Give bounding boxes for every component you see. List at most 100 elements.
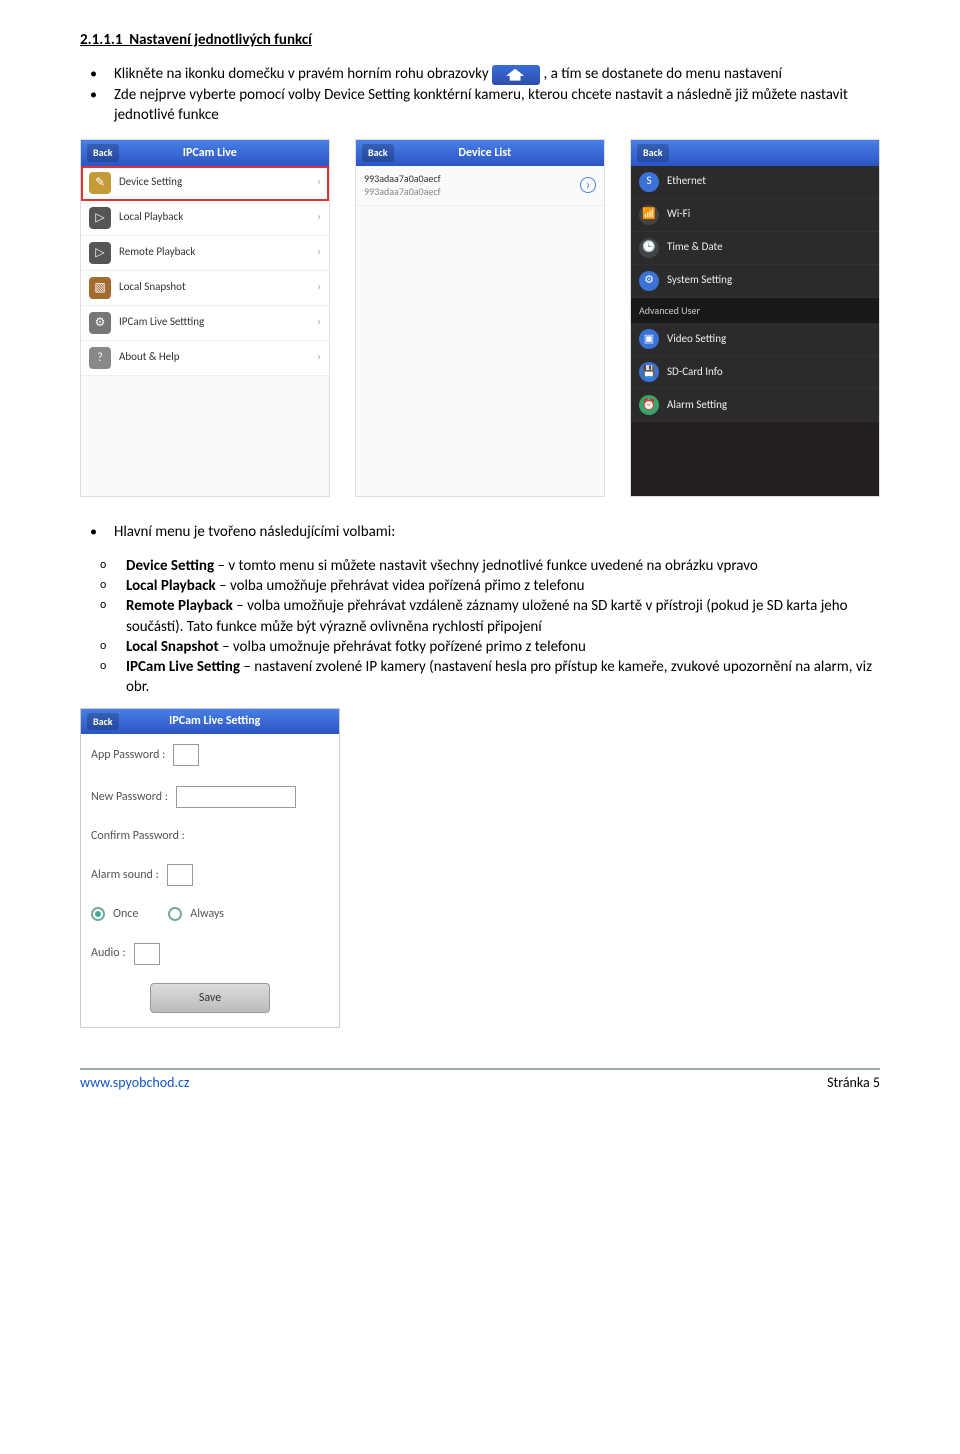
- heading-number: 2.1.1.1: [80, 31, 122, 49]
- sub-bullet-remote-playback: Remote Playback – volba umožňuje přehráv…: [122, 596, 880, 637]
- sub-bold: Local Playback: [126, 577, 216, 595]
- gear-icon: ⚙: [89, 312, 111, 334]
- label-alarm-sound: Alarm sound :: [91, 867, 159, 883]
- wrench-icon: ✎: [89, 172, 111, 194]
- menu-label: Time & Date: [667, 240, 871, 255]
- clock-icon: 🕒: [639, 238, 659, 258]
- chevron-right-icon: ›: [317, 280, 321, 295]
- chevron-right-icon: ›: [317, 210, 321, 225]
- menu-item-local-snapshot[interactable]: ▧ Local Snapshot ›: [81, 271, 329, 306]
- video-icon: ▣: [639, 329, 659, 349]
- device-list-item[interactable]: 993adaa7a0a0aecf 993adaa7a0a0aecf ›: [356, 166, 604, 206]
- save-button[interactable]: Save: [150, 983, 270, 1013]
- heading-title: Nastavení jednotlivých funkcí: [129, 31, 312, 49]
- screen-title: Device List: [372, 145, 598, 161]
- sdcard-icon: 💾: [639, 362, 659, 382]
- chevron-right-icon: ›: [317, 175, 321, 190]
- bullet-text-a: Klikněte na ikonku domečku v pravém horn…: [114, 65, 492, 83]
- menu-label: Local Snapshot: [119, 280, 317, 295]
- label-always: Always: [190, 906, 224, 922]
- phone-screen-device-list: Back Device List 993adaa7a0a0aecf 993ada…: [355, 139, 605, 497]
- menu-label: About & Help: [119, 350, 317, 365]
- menu-item-ipcam-live-setting[interactable]: ⚙ IPCam Live Settting ›: [81, 306, 329, 341]
- menu-label: Local Playback: [119, 210, 317, 225]
- sub-bullet-local-snapshot: Local Snapshot – volba umožnuje přehráva…: [122, 637, 880, 657]
- menu-label: IPCam Live Settting: [119, 315, 317, 330]
- wifi-icon: 📶: [639, 205, 659, 225]
- play-icon: ▷: [89, 207, 111, 229]
- footer-url[interactable]: www.spyobchod.cz: [80, 1074, 189, 1093]
- screen-title: IPCam Live: [97, 145, 323, 161]
- alarm-icon: ⏰: [639, 395, 659, 415]
- row-confirm-password: Confirm Password :: [81, 818, 339, 854]
- label-confirm-password: Confirm Password :: [91, 828, 185, 844]
- sub-bold: Device Setting: [126, 557, 214, 575]
- sub-bold: IPCam Live Setting: [126, 658, 240, 676]
- bullet-text-b: , a tím se dostanete do menu nastavení: [544, 65, 782, 83]
- menu-item-local-playback[interactable]: ▷ Local Playback ›: [81, 201, 329, 236]
- home-icon: [492, 65, 540, 85]
- new-password-input[interactable]: [176, 786, 296, 808]
- sub-bold: Local Snapshot: [126, 638, 219, 656]
- menu-label: Device Setting: [119, 175, 317, 190]
- menu-item-alarm-setting[interactable]: ⏰ Alarm Setting: [631, 389, 879, 422]
- menu-item-wifi[interactable]: 📶 Wi-Fi: [631, 199, 879, 232]
- panel-titlebar: Back IPCam Live Setting: [81, 709, 339, 735]
- radio-always[interactable]: [168, 907, 182, 921]
- row-alarm-sound: Alarm sound :: [81, 854, 339, 896]
- menu-label: SD-Card Info: [667, 365, 871, 380]
- phone-screen-settings-dark: Back S Ethernet 📶 Wi-Fi 🕒 Time & Date ⚙ …: [630, 139, 880, 497]
- sub-rest: – volba umožňuje přehrávat vzdáleně zázn…: [126, 597, 848, 635]
- sub-rest: – volba umožňuje přehrávat videa pořízen…: [216, 577, 585, 595]
- menu-item-about-help[interactable]: ? About & Help ›: [81, 341, 329, 376]
- menu-item-remote-playback[interactable]: ▷ Remote Playback ›: [81, 236, 329, 271]
- row-app-password: App Password :: [81, 734, 339, 776]
- panel-title: IPCam Live Setting: [97, 713, 333, 729]
- menu-label: Wi-Fi: [667, 207, 871, 222]
- phone-titlebar: Back Device List: [356, 140, 604, 166]
- sub-rest: – volba umožnuje přehrávat fotky pořízen…: [219, 638, 586, 656]
- section-advanced-user: Advanced User: [631, 298, 879, 324]
- menu-item-time-date[interactable]: 🕒 Time & Date: [631, 232, 879, 265]
- sub-rest: – v tomto menu si můžete nastavit všechn…: [214, 557, 758, 575]
- sub-bold: Remote Playback: [126, 597, 233, 615]
- label-audio: Audio :: [91, 945, 126, 961]
- phone-titlebar: Back IPCam Live: [81, 140, 329, 166]
- menu-item-video-setting[interactable]: ▣ Video Setting: [631, 323, 879, 356]
- menu-label: Alarm Setting: [667, 398, 871, 413]
- label-new-password: New Password :: [91, 789, 168, 805]
- alarm-sound-checkbox[interactable]: [167, 864, 193, 886]
- phone-titlebar: Back: [631, 140, 879, 166]
- page-footer: www.spyobchod.cz Stránka 5: [80, 1068, 880, 1093]
- gear-icon: ⚙: [639, 271, 659, 291]
- label-once: Once: [113, 906, 138, 922]
- footer-page: Stránka 5: [827, 1074, 880, 1093]
- sub-bullet-ipcam-live-setting: IPCam Live Setting – nastavení zvolené I…: [122, 657, 880, 698]
- menu-item-device-setting[interactable]: ✎ Device Setting ›: [81, 166, 329, 201]
- app-password-input[interactable]: [173, 744, 199, 766]
- bullet-item: Klikněte na ikonku domečku v pravém horn…: [110, 64, 880, 84]
- screenshots-row: Back IPCam Live ✎ Device Setting › ▷ Loc…: [80, 139, 880, 497]
- menu-item-ethernet[interactable]: S Ethernet: [631, 166, 879, 199]
- menu-item-sdcard-info[interactable]: 💾 SD-Card Info: [631, 356, 879, 389]
- image-icon: ▧: [89, 277, 111, 299]
- label-app-password: App Password :: [91, 747, 165, 763]
- menu-label: Ethernet: [667, 174, 871, 189]
- sub-bullet-device-setting: Device Setting – v tomto menu si můžete …: [122, 556, 880, 576]
- ethernet-icon: S: [639, 172, 659, 192]
- sub-bullet-local-playback: Local Playback – volba umožňuje přehráva…: [122, 576, 880, 596]
- row-alarm-mode: Once Always: [81, 896, 339, 932]
- radio-once[interactable]: [91, 907, 105, 921]
- bullet-item: Zde nejprve vyberte pomocí volby Device …: [110, 85, 880, 126]
- back-button[interactable]: Back: [637, 144, 669, 162]
- menu-item-system-setting[interactable]: ⚙ System Setting: [631, 265, 879, 298]
- device-id: 993adaa7a0a0aecf: [364, 172, 441, 186]
- chevron-right-icon: ›: [317, 350, 321, 365]
- menu-label: Remote Playback: [119, 245, 317, 260]
- play-icon: ▷: [89, 242, 111, 264]
- row-audio: Audio :: [81, 933, 339, 975]
- audio-checkbox[interactable]: [134, 943, 160, 965]
- bullet-item: Hlavní menu je tvořeno následujícími vol…: [110, 522, 880, 542]
- ipcam-live-setting-panel: Back IPCam Live Setting App Password : N…: [80, 708, 340, 1028]
- section-heading: 2.1.1.1 Nastavení jednotlivých funkcí: [80, 30, 880, 50]
